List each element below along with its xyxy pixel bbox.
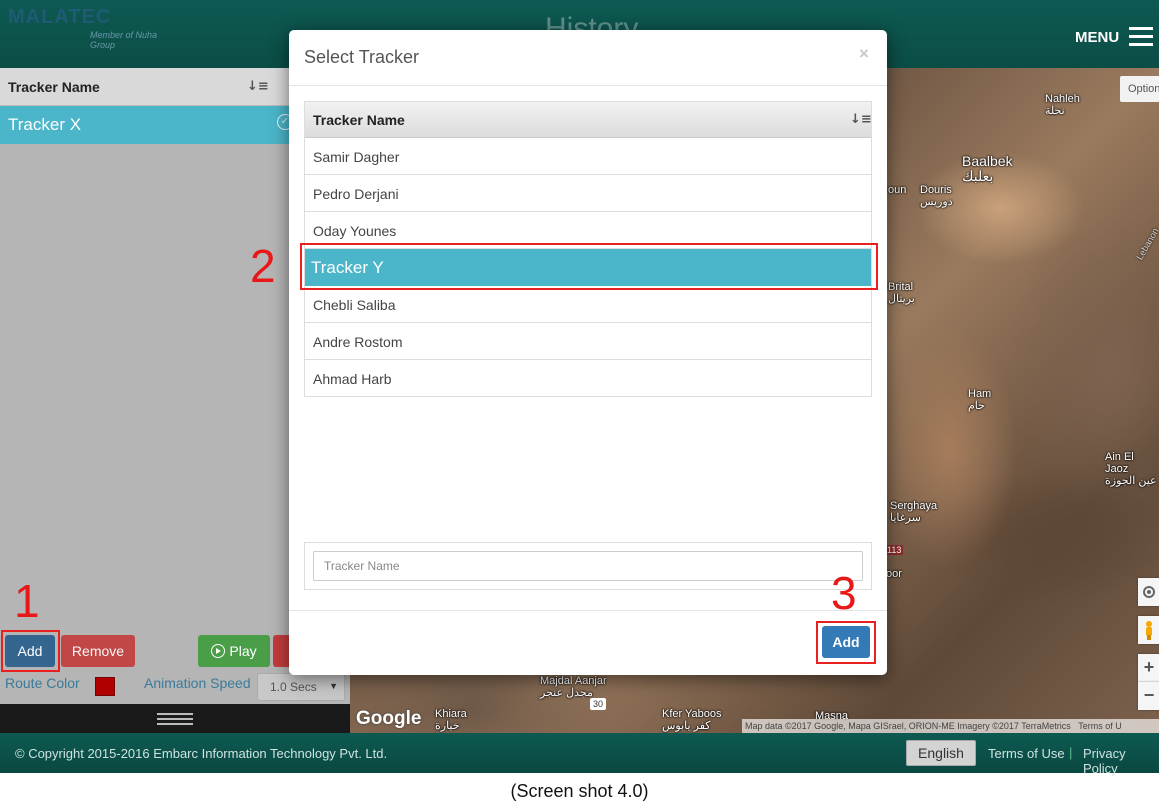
remove-tracker-button[interactable]: Remove xyxy=(61,635,135,667)
map-label: Baalbek بعلبك xyxy=(962,153,1013,184)
search-container xyxy=(304,542,872,590)
play-circle-icon xyxy=(211,644,226,658)
play-label: Play xyxy=(229,643,257,659)
map-label: Kfer Yaboos كفر يابوس xyxy=(662,708,722,732)
table-row[interactable]: Andre Rostom xyxy=(305,323,871,360)
animation-speed-select[interactable]: 1.0 Secs ▼ xyxy=(257,673,345,701)
annotation-step-1: 1 xyxy=(14,575,40,627)
annotation-highlight-2 xyxy=(300,243,878,290)
annotation-highlight-1 xyxy=(1,630,60,672)
table-row[interactable]: Ahmad Harb xyxy=(305,360,871,397)
close-icon[interactable]: × xyxy=(859,44,869,64)
chevron-down-icon: ▼ xyxy=(329,681,338,691)
app-footer: © Copyright 2015-2016 Embarc Information… xyxy=(0,733,1159,776)
my-location-icon[interactable] xyxy=(1138,578,1159,606)
footer-separator: | xyxy=(1069,745,1073,760)
map-label: Ham حام xyxy=(968,388,992,412)
privacy-policy-link[interactable]: Privacy Policy xyxy=(1083,746,1159,776)
zoom-out-button[interactable]: − xyxy=(1138,682,1159,710)
google-logo[interactable]: Google xyxy=(356,708,421,730)
table-row[interactable]: Chebli Saliba xyxy=(305,286,871,323)
panel-resize-bar[interactable] xyxy=(0,704,350,733)
modal-title: Select Tracker xyxy=(304,47,420,67)
tracker-name: Andre Rostom xyxy=(313,334,403,350)
map-options-button[interactable]: Option xyxy=(1120,76,1159,102)
hamburger-menu-icon[interactable] xyxy=(1129,27,1153,47)
map-label: Lebanon xyxy=(1134,226,1159,262)
tracker-name: Tracker X xyxy=(8,115,82,134)
annotation-step-2: 2 xyxy=(250,240,276,292)
sort-icon[interactable]: ↓≡ xyxy=(247,79,269,95)
route-color-label: Route Color xyxy=(5,675,80,691)
map-label: Douris دوريس xyxy=(920,184,953,208)
sort-icon[interactable]: ↓≡ xyxy=(850,112,872,128)
road-number-badge: 30 xyxy=(590,698,606,710)
road-number-badge: 113 xyxy=(885,545,904,555)
annotation-step-3: 3 xyxy=(831,567,857,619)
zoom-in-button[interactable]: + xyxy=(1138,654,1159,682)
map-label: Serghaya سرغايا xyxy=(890,500,938,524)
map-label: Khiara خيارة xyxy=(435,708,467,732)
screenshot-caption: (Screen shot 4.0) xyxy=(510,781,649,801)
column-header-label: Tracker Name xyxy=(313,112,405,128)
tracker-name: Ahmad Harb xyxy=(313,371,392,387)
map-label: oun xyxy=(888,184,907,196)
annotation-highlight-3 xyxy=(816,621,876,664)
terms-of-use-link[interactable]: Terms of Use xyxy=(988,746,1065,761)
table-row[interactable]: Pedro Derjani xyxy=(305,175,871,212)
tracker-table-header[interactable]: Tracker Name ↓≡ xyxy=(305,102,872,138)
logo[interactable]: MALATEC Member of Nuha Group xyxy=(8,6,178,50)
animation-speed-label: Animation Speed xyxy=(144,675,251,691)
tracker-name: Chebli Saliba xyxy=(313,297,396,313)
modal-divider xyxy=(289,85,887,86)
column-header-label: Tracker Name xyxy=(8,79,100,95)
map-label: Ain El Jaoz عين الجوزة xyxy=(1105,451,1157,487)
menu-label[interactable]: MENU xyxy=(1075,29,1119,46)
map-label: oor xyxy=(886,568,902,580)
app-window: MALATEC Member of Nuha Group History MEN… xyxy=(0,0,1159,810)
map-terms-link[interactable]: Terms of U xyxy=(1078,721,1122,731)
logo-subtitle: Member of Nuha Group xyxy=(90,30,158,50)
tracker-search-input[interactable] xyxy=(313,551,863,581)
attribution-text: Map data ©2017 Google, Mapa GISrael, ORI… xyxy=(745,721,1071,731)
map-label: Brital بريتال xyxy=(888,281,915,305)
modal-divider xyxy=(289,610,887,611)
animation-speed-value: 1.0 Secs xyxy=(270,680,317,694)
tracker-name: Pedro Derjani xyxy=(313,186,399,202)
select-tracker-modal: Select Tracker × Tracker Name ↓≡ Samir D… xyxy=(289,30,887,675)
table-row[interactable]: Samir Dagher xyxy=(305,138,871,175)
tracker-name: Samir Dagher xyxy=(313,149,400,165)
route-color-picker[interactable] xyxy=(95,677,115,696)
tracker-name: Oday Younes xyxy=(313,223,397,239)
drag-handle-icon[interactable] xyxy=(157,713,193,725)
logo-text: MALATEC xyxy=(8,6,112,28)
map-label: Majdal Aanjar مجدل عنجر xyxy=(540,675,607,699)
copyright-text: © Copyright 2015-2016 Embarc Information… xyxy=(15,746,388,761)
play-button[interactable]: Play xyxy=(198,635,270,667)
map-attribution: Map data ©2017 Google, Mapa GISrael, ORI… xyxy=(742,719,1159,733)
street-view-pegman-icon[interactable] xyxy=(1138,616,1159,644)
map-label: Nahleh نحلة xyxy=(1045,93,1080,117)
language-button[interactable]: English xyxy=(906,740,976,766)
